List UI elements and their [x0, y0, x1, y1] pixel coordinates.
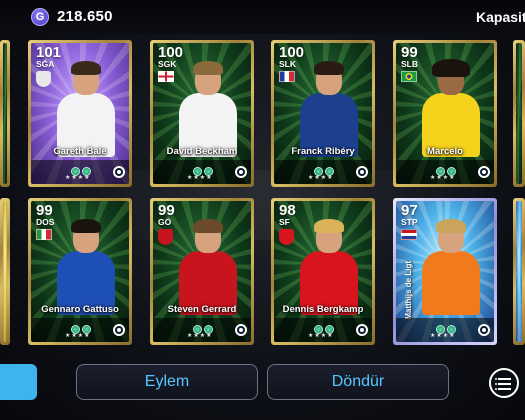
player-card[interactable]: 99 GÖ Steven Gerrard ★★★★: [150, 198, 254, 345]
player-name: Marcelo: [427, 146, 463, 157]
player-name: Matthijs de Ligt: [404, 261, 413, 320]
card-footer: ★★★★: [153, 160, 251, 184]
card-stars: ★★★★: [65, 333, 91, 339]
currency-balance: 218.650: [57, 8, 113, 25]
player-name: Dennis Bergkamp: [282, 304, 364, 315]
efootball-logo-icon: [478, 324, 490, 336]
france-flag-icon: [279, 71, 295, 82]
player-portrait: [179, 61, 237, 157]
player-position: SLB: [401, 59, 418, 69]
player-card[interactable]: 101 SĞA Gareth Bale ★★★★: [28, 40, 132, 187]
player-card[interactable]: 100 SLK Franck Ribéry ★★★★: [271, 40, 375, 187]
efootball-logo-icon: [113, 324, 125, 336]
club-badge-icon: [36, 71, 51, 87]
player-position: DOS: [36, 217, 55, 227]
player-portrait: [422, 219, 480, 315]
player-name: Gareth Bale: [53, 146, 107, 157]
player-card[interactable]: 100 SGK David Beckham ★★★★: [150, 40, 254, 187]
player-position: GÖ: [158, 217, 172, 227]
coin-g-icon: G: [31, 8, 49, 26]
player-name: Franck Ribéry: [291, 146, 355, 157]
card-footer: ★★★★: [31, 160, 129, 184]
card-footer: ★★★★: [153, 318, 251, 342]
card-stars: ★★★★: [65, 175, 91, 181]
player-portrait: [422, 59, 480, 157]
card-stars: ★★★★: [430, 333, 456, 339]
list-menu-icon[interactable]: [489, 368, 519, 398]
player-card[interactable]: 98 SF Dennis Bergkamp ★★★★: [271, 198, 375, 345]
player-portrait: [300, 61, 358, 157]
netherlands-flag-icon: [401, 229, 417, 240]
efootball-logo-icon: [478, 166, 490, 178]
efootball-logo-icon: [113, 166, 125, 178]
card-footer: ★★★★: [396, 318, 494, 342]
efootball-logo-icon: [235, 324, 247, 336]
card-stars: ★★★★: [187, 175, 213, 181]
player-card-partial-left[interactable]: [0, 198, 10, 345]
brazil-flag-icon: [401, 71, 417, 82]
card-stars: ★★★★: [187, 333, 213, 339]
player-card[interactable]: 99 SLB Marcelo ★★★★: [393, 40, 497, 187]
england-flag-icon: [158, 71, 174, 82]
card-footer: ★★★★: [31, 318, 129, 342]
player-position: SĞA: [36, 59, 55, 69]
capacity-label: Kapasit: [476, 9, 525, 25]
player-position: SF: [279, 217, 290, 227]
action-button[interactable]: Eylem: [76, 364, 258, 400]
player-position: STP: [401, 217, 418, 227]
left-tab-button[interactable]: [0, 364, 37, 400]
card-footer: ★★★★: [274, 318, 372, 342]
player-portrait: [179, 219, 237, 315]
card-footer: ★★★★: [396, 160, 494, 184]
player-card-partial-left[interactable]: [0, 40, 10, 187]
efootball-logo-icon: [356, 166, 368, 178]
club-badge-icon: [279, 229, 294, 245]
player-position: SGK: [158, 59, 177, 69]
player-card-partial-right[interactable]: [513, 40, 525, 187]
player-portrait: [57, 61, 115, 157]
card-stars: ★★★★: [430, 175, 456, 181]
efootball-logo-icon: [356, 324, 368, 336]
club-badge-icon: [158, 229, 173, 245]
player-card[interactable]: 99 DOS Gennaro Gattuso ★★★★: [28, 198, 132, 345]
efootball-logo-icon: [235, 166, 247, 178]
back-button[interactable]: Döndür: [267, 364, 449, 400]
player-position: SLK: [279, 59, 296, 69]
card-stars: ★★★★: [308, 333, 334, 339]
card-stars: ★★★★: [308, 175, 334, 181]
card-footer: ★★★★: [274, 160, 372, 184]
player-name: Gennaro Gattuso: [41, 304, 119, 315]
player-portrait: [57, 219, 115, 315]
player-card[interactable]: 97 STP Matthijs de Ligt ★★★★: [393, 198, 497, 345]
player-portrait: [300, 219, 358, 315]
player-card-partial-right[interactable]: [513, 198, 525, 345]
player-name: David Beckham: [166, 146, 238, 157]
player-name: Steven Gerrard: [167, 304, 237, 315]
top-bar: G 218.650 Kapasit: [0, 0, 525, 34]
italy-flag-icon: [36, 229, 52, 240]
